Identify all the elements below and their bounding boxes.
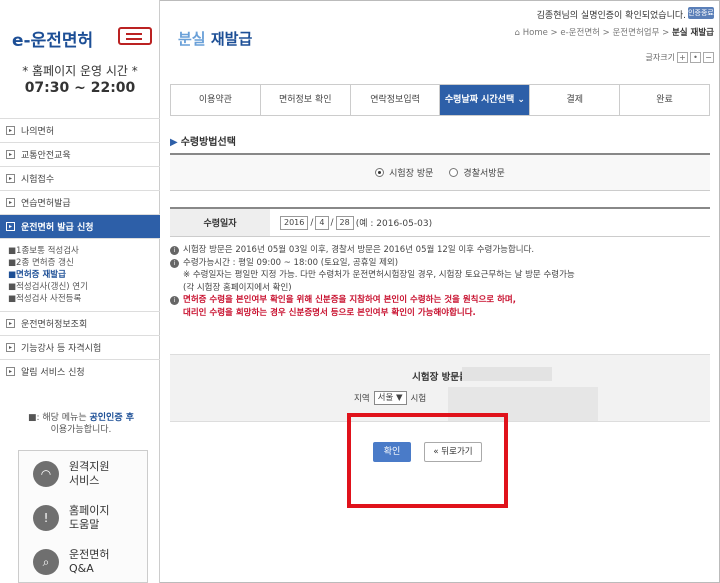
sidebar-item-license-lookup[interactable]: ▸ 운전면허정보조회 — [0, 311, 160, 335]
sidebar-item-my-license[interactable]: ▸ 나의면허 — [0, 118, 160, 142]
year-input[interactable]: 2016 — [280, 215, 309, 230]
search-icon: ⌕ — [33, 549, 59, 575]
help-icon: ! — [33, 505, 59, 531]
homepage-help-button[interactable]: ! 홈페이지 도움말 — [19, 499, 147, 537]
section-title: ▶ 수령방법선택 — [170, 137, 236, 148]
home-icon: ⌂ — [514, 28, 521, 38]
sidebar-item-license-issue[interactable]: ▸ 운전면허 발급 신청 — [0, 214, 160, 238]
chevron-right-icon: ▸ — [6, 319, 15, 328]
font-increase-button[interactable]: + — [677, 52, 688, 63]
font-size-control: 글자크기 + • − — [646, 52, 714, 63]
info-icon: i — [170, 246, 179, 255]
operating-hours: 07:30 ~ 22:00 — [24, 80, 136, 96]
page-title: 분실 재발급 — [178, 30, 253, 48]
faq-button[interactable]: ⌕ 운전면허 Q&A — [19, 543, 147, 581]
sidebar-menu: ▸ 나의면허 ▸ 교통안전교육 ▸ 시험접수 ▸ 연습면허발급 ▸ 운전면허 발급 신청 … — [0, 118, 160, 383]
step-complete[interactable]: 완료 — [620, 85, 709, 115]
date-example: (예 : 2016-05-03) — [355, 219, 433, 229]
chevron-right-icon: ▸ — [6, 198, 15, 207]
sidebar-item-exam-application[interactable]: ▸ 시험접수 — [0, 166, 160, 190]
sub-item-aptitude-test[interactable]: ■1종보통 적성검사 — [8, 245, 160, 257]
chevron-right-icon: ▸ — [6, 174, 15, 183]
info-icon: i — [170, 258, 179, 268]
radio-unchecked-icon — [449, 168, 459, 177]
month-input[interactable]: 4 — [315, 215, 329, 230]
date-label: 수령일자 — [170, 209, 270, 236]
info-notes: i 시험장 방문은 2016년 05월 03일 이후, 경찰서 방문은 2016년… — [170, 244, 710, 319]
sidebar: e-운전면허 * 홈페이지 운영 시간 * 07:30 ~ 22:00 ▸ 나의면… — [0, 0, 160, 583]
receive-method-box: 시험장 방문 경찰서방문 — [170, 153, 710, 191]
sidebar-item-instructor-exam[interactable]: ▸ 기능강사 등 자격시험 — [0, 335, 160, 359]
visit-title: 시험장 방문률 — [412, 372, 468, 383]
wifi-icon: ◠ — [33, 461, 59, 487]
font-reset-button[interactable]: • — [690, 52, 701, 63]
chevron-right-icon: ▸ — [6, 126, 15, 135]
highlight-box — [347, 413, 508, 508]
radio-exam-site[interactable]: 시험장 방문 — [375, 166, 433, 179]
breadcrumb: ⌂ Home > e-운전면허 > 운전면허업무 > 분실 재발급 — [514, 28, 714, 38]
chevron-right-icon: ▸ — [6, 343, 15, 352]
step-license-info[interactable]: 면허정보 확인 — [260, 85, 351, 115]
sidebar-item-alert-service[interactable]: ▸ 알림 서비스 신청 — [0, 359, 160, 383]
sidebar-item-practice-license[interactable]: ▸ 연습면허발급 — [0, 190, 160, 214]
chevron-right-icon: ▸ — [6, 367, 15, 376]
chevron-right-icon: ▸ — [6, 222, 15, 231]
sub-item-postpone[interactable]: ■적성검사(갱신) 연기 — [8, 281, 160, 293]
arrow-right-icon: ▶ — [170, 137, 178, 148]
logout-button[interactable]: 인증종료 — [688, 7, 714, 19]
help-buttons: ◠ 원격지원 서비스 ! 홈페이지 도움말 ⌕ 운전면허 Q&A — [18, 450, 148, 583]
remote-support-button[interactable]: ◠ 원격지원 서비스 — [19, 455, 147, 493]
region-select-row: 지역 서울 ▼ 시험 — [354, 391, 427, 405]
sidebar-sub-list: ■1종보통 적성검사 ■2종 면허증 갱신 ■면허증 재발급 ■적성검사(갱신)… — [0, 238, 160, 311]
step-contact[interactable]: 연락정보입력 — [350, 85, 441, 115]
sub-item-preregister[interactable]: ■적성검사 사전등록 — [8, 293, 160, 305]
info-icon: ■: — [27, 413, 40, 423]
auth-message: 김종현님의 실명인증이 확인되었습니다. — [536, 11, 686, 21]
step-tabs: 이용약관 면허정보 확인 연락정보입력 수령날짜 시간선택 ⌄ 결제 완료 — [170, 84, 710, 116]
sub-item-reissue[interactable]: ■면허증 재발급 — [8, 269, 160, 281]
region-select[interactable]: 서울 ▼ — [373, 391, 407, 405]
step-payment[interactable]: 결제 — [530, 85, 621, 115]
info-icon: i — [170, 296, 179, 305]
chevron-right-icon: ▸ — [6, 150, 15, 159]
font-decrease-button[interactable]: − — [703, 52, 714, 63]
radio-checked-icon — [375, 168, 385, 177]
day-input[interactable]: 28 — [335, 215, 354, 230]
site-logo[interactable]: e-운전면허 — [12, 26, 93, 51]
date-inputs: 2016/ 4/ 28 (예 : 2016-05-03) — [270, 215, 433, 230]
visit-rate-box: 시험장 방문률 지역 서울 ▼ 시험 — [170, 354, 710, 422]
step-terms[interactable]: 이용약관 — [171, 85, 261, 115]
sub-item-renewal[interactable]: ■2종 면허증 갱신 — [8, 257, 160, 269]
license-card-icon — [118, 27, 152, 45]
auth-notice: ■: 해당 메뉴는 공인인증 후 이용가능합니다. — [27, 413, 135, 435]
radio-police-station[interactable]: 경찰서방문 — [449, 166, 505, 179]
blurred-region — [462, 367, 552, 381]
step-receive-date[interactable]: 수령날짜 시간선택 ⌄ — [440, 85, 531, 115]
sidebar-item-traffic-education[interactable]: ▸ 교통안전교육 — [0, 142, 160, 166]
hours-title: * 홈페이지 운영 시간 * — [22, 64, 138, 78]
receive-date-row: 수령일자 2016/ 4/ 28 (예 : 2016-05-03) — [170, 207, 710, 237]
